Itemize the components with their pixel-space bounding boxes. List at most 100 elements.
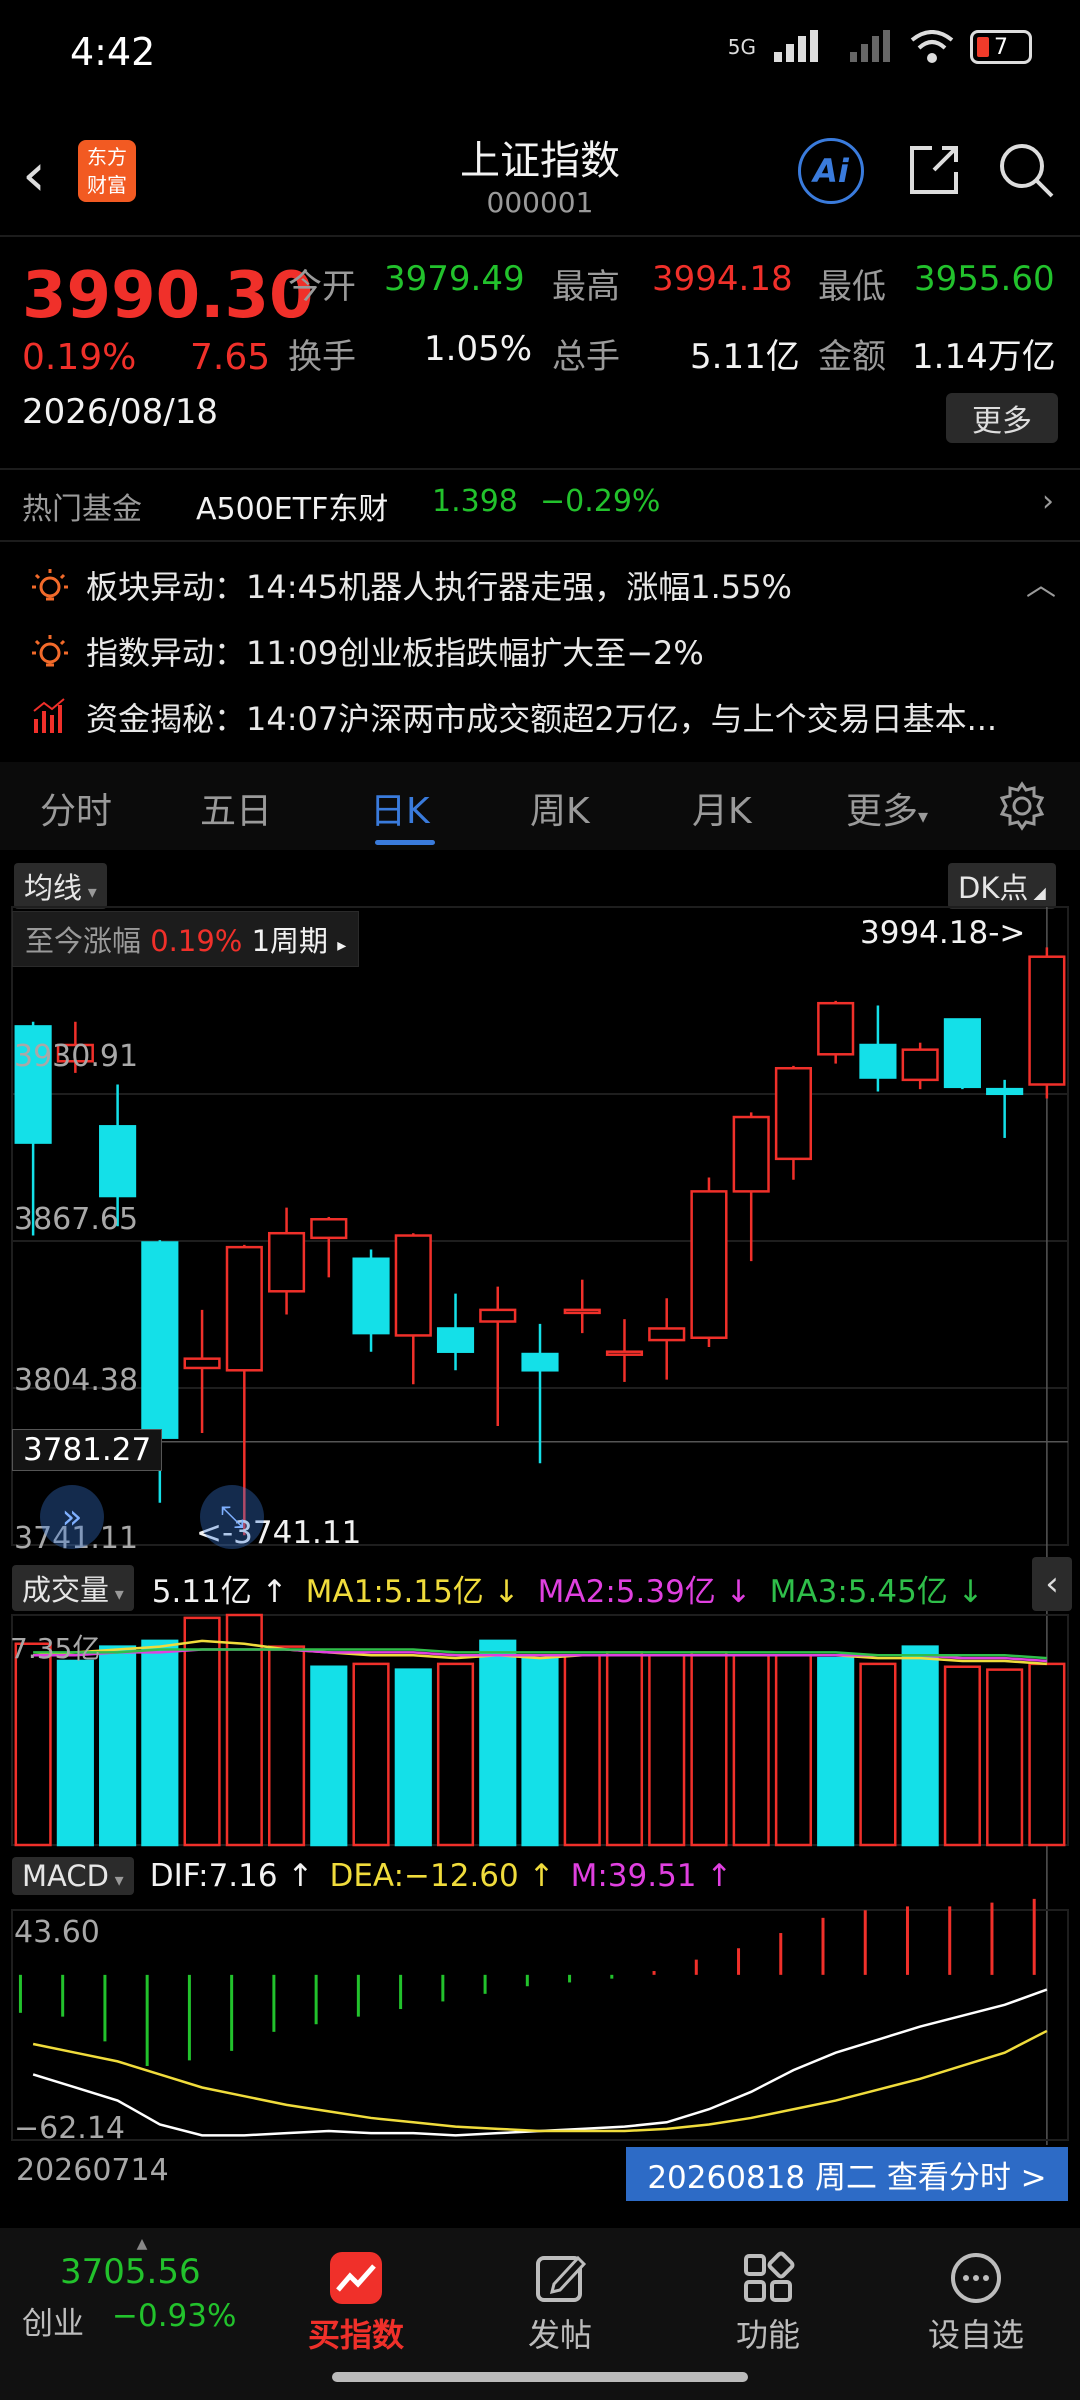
share-icon[interactable] <box>904 140 964 200</box>
expand-icon[interactable]: ⤡ <box>200 1485 264 1549</box>
nav-add-watchlist[interactable]: 设自选 <box>916 2246 1036 2356</box>
nav-post-label: 发帖 <box>527 2316 592 2354</box>
volume-bar <box>986 1668 1024 1847</box>
candle-body <box>732 1115 770 1193</box>
open-value: 3979.49 <box>384 259 525 299</box>
amount-label: 金额 <box>818 337 886 377</box>
more-circle-icon <box>951 2253 1001 2303</box>
search-icon[interactable] <box>996 140 1056 200</box>
news-item[interactable]: 板块异动：14:45机器人执行器走强，涨幅1.55% <box>30 562 792 608</box>
low-value: 3955.60 <box>914 259 1055 299</box>
candle-body <box>183 1357 221 1370</box>
news-item[interactable]: 指数异动：11:09创业板指跌幅扩大至−2% <box>30 628 704 674</box>
caret-down-icon: ▾ <box>918 804 929 828</box>
macd-min-label: −62.14 <box>14 2111 126 2146</box>
macd-selector[interactable]: MACD ▾ <box>12 1857 134 1895</box>
amount-value: 1.14万亿 <box>912 337 1056 377</box>
candle-body <box>986 1087 1024 1096</box>
tab-more-label: 更多 <box>846 791 919 832</box>
chart-svg <box>11 906 1069 2145</box>
view-intraday-button[interactable]: 20260818 周二 查看分时 > <box>626 2147 1068 2201</box>
status-bar: 4:42 5G 7 <box>0 0 1080 110</box>
high-label: 最高 <box>552 267 620 307</box>
change-percent: 0.19% <box>22 337 137 378</box>
trend-icon <box>330 2252 382 2304</box>
tab-daily-k[interactable]: 日K <box>370 782 430 834</box>
gear-icon[interactable] <box>996 780 1048 832</box>
header: ‹ 东方 财富 上证指数 000001 Ai <box>0 110 1080 235</box>
volume-bar <box>648 1654 686 1847</box>
volume-ma1: MA1:5.15亿 ↓ <box>306 1566 520 1611</box>
battery-icon: 7 <box>970 30 1032 64</box>
tab-five-day[interactable]: 五日 <box>200 782 272 834</box>
volume-bar <box>479 1639 517 1847</box>
volume-value: 5.11亿 <box>690 337 800 377</box>
ai-label: Ai <box>813 152 849 190</box>
bar-chart-icon <box>33 698 65 733</box>
hot-fund-price: 1.398 <box>432 484 518 519</box>
volume-ma3-value: MA3:5.45亿 <box>769 1573 948 1610</box>
divider <box>0 468 1080 470</box>
bottom-nav: ▲ 3705.56 创业 −0.93% 买指数 发帖 功能 设自选 <box>0 2228 1080 2400</box>
since-period: 1周期 <box>251 924 329 958</box>
tab-underline <box>375 840 435 845</box>
collapse-icon[interactable]: ︿ <box>1026 560 1056 604</box>
volume-bar <box>436 1662 475 1847</box>
nav-functions[interactable]: 功能 <box>708 2246 828 2356</box>
volume-bar <box>690 1651 728 1847</box>
chevron-left-icon[interactable]: ‹ <box>1032 1557 1072 1611</box>
tab-monthly-k[interactable]: 月K <box>692 782 752 834</box>
volume-bar <box>563 1654 601 1847</box>
volume-bar <box>859 1662 897 1847</box>
arrow-up-icon: ↑ <box>287 1858 314 1894</box>
bulb-icon <box>32 569 68 601</box>
arrow-up-icon: ↑ <box>706 1858 733 1894</box>
kline-chart-area[interactable]: 均线 ▾ DK点 ◢ 至今涨幅 0.19% 1周期 ▸ 3994.18-> <-… <box>0 855 1080 2201</box>
candle-body <box>99 1125 137 1198</box>
hot-fund-row[interactable]: 热门基金 A500ETF东财 1.398 −0.29% › <box>0 472 1080 532</box>
candle-body <box>563 1308 601 1315</box>
candle-body <box>648 1327 686 1342</box>
since-label: 至今涨幅 <box>25 924 142 958</box>
hot-fund-pct: −0.29% <box>540 484 661 519</box>
status-time: 4:42 <box>70 30 156 74</box>
news-item[interactable]: 资金揭秘：14:07沪深两市成交额超2万亿，与上个交易日基本... <box>30 694 997 740</box>
y-label: 3867.65 <box>14 1202 139 1237</box>
signal-icon <box>774 30 818 62</box>
battery-level: 7 <box>994 34 1008 60</box>
volume-bar <box>310 1665 348 1847</box>
status-icons: 5G 7 <box>728 30 1032 64</box>
high-marker: 3994.18-> <box>860 915 1026 951</box>
volume-bar <box>817 1656 855 1847</box>
tab-more[interactable]: 更多▾ <box>846 782 928 834</box>
candle-body <box>901 1048 939 1082</box>
macd-dif: DIF:7.16 ↑ <box>150 1858 314 1894</box>
since-change-box[interactable]: 至今涨幅 0.19% 1周期 ▸ <box>12 911 360 967</box>
nav-buy-index[interactable]: 买指数 <box>296 2246 416 2356</box>
nav-post[interactable]: 发帖 <box>500 2246 620 2356</box>
y-label: 3804.38 <box>14 1363 139 1398</box>
low-label: 最低 <box>818 267 886 307</box>
macd-dea-line <box>32 2029 1048 2133</box>
index-ticker[interactable]: ▲ 3705.56 创业 −0.93% <box>22 2236 262 2343</box>
high-value: 3994.18 <box>652 259 793 299</box>
candle-body <box>690 1190 728 1340</box>
double-chevron-right-icon[interactable]: » <box>40 1485 104 1549</box>
tab-intraday[interactable]: 分时 <box>40 782 112 834</box>
ticker-pct: −0.93% <box>112 2298 237 2334</box>
macd-m-value: M:39.51 <box>570 1858 697 1894</box>
volume-max-label: 7.35亿 <box>10 1632 101 1665</box>
candle-body <box>352 1257 390 1335</box>
arrow-down-icon: ↓ <box>493 1573 520 1610</box>
ai-button[interactable]: Ai <box>798 138 864 204</box>
volume-selector[interactable]: 成交量 ▾ <box>12 1565 134 1611</box>
caret-down-icon: ▾ <box>109 1584 124 1605</box>
volume-bar <box>141 1639 179 1847</box>
macd-max-label: 43.60 <box>14 1915 100 1950</box>
wifi-icon <box>910 30 954 63</box>
ticker-value: 3705.56 <box>60 2252 201 2292</box>
volume-ma2-value: MA2:5.39亿 <box>537 1573 716 1610</box>
more-button[interactable]: 更多 <box>946 393 1058 443</box>
home-indicator[interactable] <box>332 2372 748 2382</box>
tab-weekly-k[interactable]: 周K <box>530 782 590 834</box>
